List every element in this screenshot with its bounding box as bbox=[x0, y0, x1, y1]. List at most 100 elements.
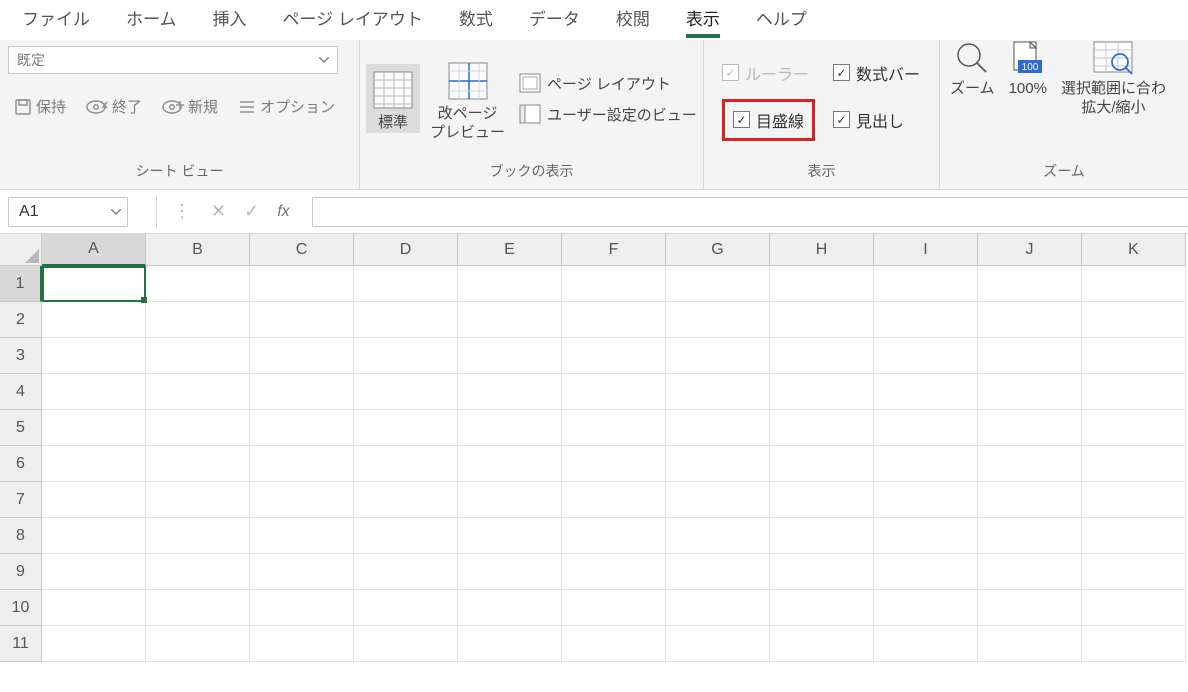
row-header-7[interactable]: 7 bbox=[0, 482, 42, 518]
cell-G5[interactable] bbox=[666, 410, 770, 446]
cancel-icon[interactable]: ✕ bbox=[211, 201, 226, 222]
cell-F6[interactable] bbox=[562, 446, 666, 482]
cell-B2[interactable] bbox=[146, 302, 250, 338]
cell-I10[interactable] bbox=[874, 590, 978, 626]
cell-K11[interactable] bbox=[1082, 626, 1186, 662]
formula-input[interactable] bbox=[312, 197, 1188, 227]
cell-J7[interactable] bbox=[978, 482, 1082, 518]
cell-K7[interactable] bbox=[1082, 482, 1186, 518]
zoom-to-selection-button[interactable]: 選択範囲に合わ拡大/縮小 bbox=[1061, 40, 1166, 118]
sheetview-combo[interactable]: 既定 bbox=[8, 46, 338, 74]
col-header-I[interactable]: I bbox=[874, 234, 978, 266]
cell-K4[interactable] bbox=[1082, 374, 1186, 410]
tab-data[interactable]: データ bbox=[511, 1, 598, 40]
view-normal-button[interactable]: 標準 bbox=[366, 64, 420, 133]
row-header-1[interactable]: 1 bbox=[0, 266, 42, 302]
cell-A5[interactable] bbox=[42, 410, 146, 446]
cell-D1[interactable] bbox=[354, 266, 458, 302]
cell-A9[interactable] bbox=[42, 554, 146, 590]
col-header-A[interactable]: A bbox=[42, 234, 146, 266]
cell-D9[interactable] bbox=[354, 554, 458, 590]
tab-help[interactable]: ヘルプ bbox=[738, 1, 825, 40]
col-header-H[interactable]: H bbox=[770, 234, 874, 266]
name-box[interactable]: A1 bbox=[8, 197, 128, 227]
cell-J1[interactable] bbox=[978, 266, 1082, 302]
cell-F5[interactable] bbox=[562, 410, 666, 446]
cell-B3[interactable] bbox=[146, 338, 250, 374]
cell-H11[interactable] bbox=[770, 626, 874, 662]
cell-B9[interactable] bbox=[146, 554, 250, 590]
cell-A1[interactable] bbox=[42, 266, 146, 302]
row-header-4[interactable]: 4 bbox=[0, 374, 42, 410]
col-header-D[interactable]: D bbox=[354, 234, 458, 266]
cell-B6[interactable] bbox=[146, 446, 250, 482]
cell-I2[interactable] bbox=[874, 302, 978, 338]
enter-icon[interactable]: ✓ bbox=[244, 201, 259, 222]
cell-F11[interactable] bbox=[562, 626, 666, 662]
tab-page-layout[interactable]: ページ レイアウト bbox=[265, 1, 441, 40]
cell-D6[interactable] bbox=[354, 446, 458, 482]
cell-E6[interactable] bbox=[458, 446, 562, 482]
cell-A2[interactable] bbox=[42, 302, 146, 338]
row-header-5[interactable]: 5 bbox=[0, 410, 42, 446]
cell-E4[interactable] bbox=[458, 374, 562, 410]
row-header-3[interactable]: 3 bbox=[0, 338, 42, 374]
view-page-break-button[interactable]: 改ページプレビュー bbox=[424, 55, 511, 143]
more-icon[interactable]: ⋮ bbox=[173, 201, 193, 222]
cell-J9[interactable] bbox=[978, 554, 1082, 590]
cell-B10[interactable] bbox=[146, 590, 250, 626]
cell-B5[interactable] bbox=[146, 410, 250, 446]
cell-F8[interactable] bbox=[562, 518, 666, 554]
col-header-C[interactable]: C bbox=[250, 234, 354, 266]
sheetview-exit-button[interactable]: 終了 bbox=[80, 92, 148, 121]
checkbox-gridlines[interactable]: ✓ 目盛線 bbox=[733, 108, 804, 132]
cell-G11[interactable] bbox=[666, 626, 770, 662]
cell-I5[interactable] bbox=[874, 410, 978, 446]
cell-C10[interactable] bbox=[250, 590, 354, 626]
cell-K2[interactable] bbox=[1082, 302, 1186, 338]
cell-F3[interactable] bbox=[562, 338, 666, 374]
cell-H6[interactable] bbox=[770, 446, 874, 482]
cell-E9[interactable] bbox=[458, 554, 562, 590]
cell-K6[interactable] bbox=[1082, 446, 1186, 482]
zoom-button[interactable]: ズーム bbox=[950, 40, 995, 99]
cell-C4[interactable] bbox=[250, 374, 354, 410]
cell-D8[interactable] bbox=[354, 518, 458, 554]
cell-J4[interactable] bbox=[978, 374, 1082, 410]
cell-K9[interactable] bbox=[1082, 554, 1186, 590]
cell-F1[interactable] bbox=[562, 266, 666, 302]
view-custom-views-button[interactable]: ユーザー設定のビュー bbox=[519, 104, 697, 125]
sheetview-new-button[interactable]: 新規 bbox=[156, 92, 224, 121]
cell-I11[interactable] bbox=[874, 626, 978, 662]
col-header-G[interactable]: G bbox=[666, 234, 770, 266]
cell-I9[interactable] bbox=[874, 554, 978, 590]
col-header-K[interactable]: K bbox=[1082, 234, 1186, 266]
cell-B8[interactable] bbox=[146, 518, 250, 554]
cell-E8[interactable] bbox=[458, 518, 562, 554]
cell-K1[interactable] bbox=[1082, 266, 1186, 302]
cell-H7[interactable] bbox=[770, 482, 874, 518]
cell-F4[interactable] bbox=[562, 374, 666, 410]
cell-F9[interactable] bbox=[562, 554, 666, 590]
cell-A7[interactable] bbox=[42, 482, 146, 518]
cell-D10[interactable] bbox=[354, 590, 458, 626]
col-header-F[interactable]: F bbox=[562, 234, 666, 266]
cell-G6[interactable] bbox=[666, 446, 770, 482]
cell-K3[interactable] bbox=[1082, 338, 1186, 374]
checkbox-formula-bar[interactable]: ✓ 数式バー bbox=[833, 61, 920, 85]
cell-J11[interactable] bbox=[978, 626, 1082, 662]
row-header-9[interactable]: 9 bbox=[0, 554, 42, 590]
cell-D4[interactable] bbox=[354, 374, 458, 410]
row-header-11[interactable]: 11 bbox=[0, 626, 42, 662]
cell-A8[interactable] bbox=[42, 518, 146, 554]
fx-icon[interactable]: fx bbox=[277, 203, 289, 221]
cell-E2[interactable] bbox=[458, 302, 562, 338]
cell-D2[interactable] bbox=[354, 302, 458, 338]
cell-C7[interactable] bbox=[250, 482, 354, 518]
col-header-B[interactable]: B bbox=[146, 234, 250, 266]
zoom-100-button[interactable]: 100 100% bbox=[1009, 40, 1047, 99]
cell-H2[interactable] bbox=[770, 302, 874, 338]
cell-C6[interactable] bbox=[250, 446, 354, 482]
cell-D7[interactable] bbox=[354, 482, 458, 518]
cell-K5[interactable] bbox=[1082, 410, 1186, 446]
